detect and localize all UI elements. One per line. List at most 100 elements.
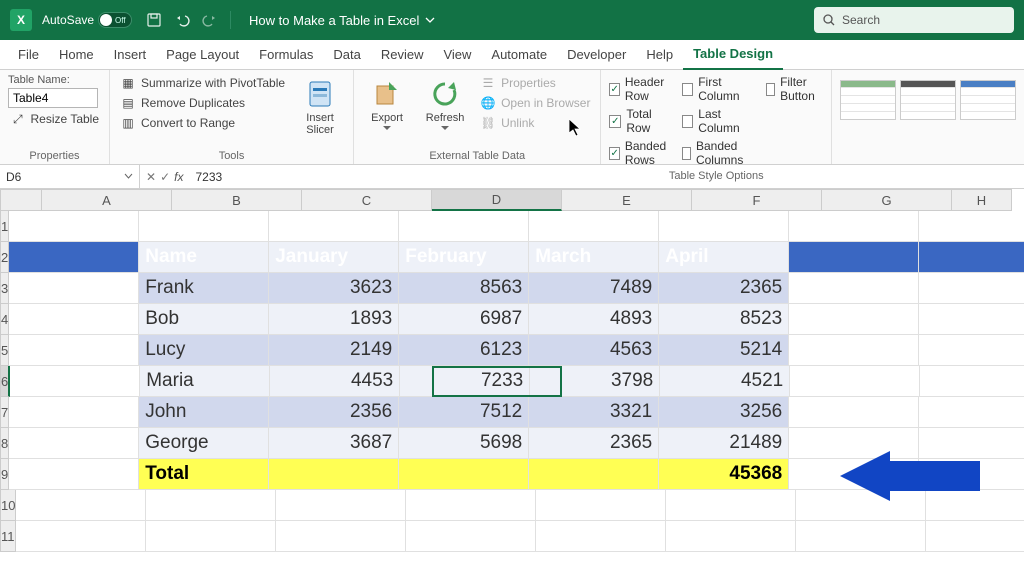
- cell[interactable]: 2356: [269, 397, 399, 428]
- table-styles-gallery[interactable]: [840, 74, 1016, 120]
- cell[interactable]: [789, 242, 919, 273]
- tab-automate[interactable]: Automate: [481, 40, 557, 70]
- total-row-checkbox[interactable]: ✓Total Row: [609, 106, 673, 136]
- cell[interactable]: [10, 366, 140, 397]
- cell[interactable]: 8523: [659, 304, 789, 335]
- cell[interactable]: George: [139, 428, 269, 459]
- cell[interactable]: [399, 459, 529, 490]
- cell[interactable]: 6123: [399, 335, 529, 366]
- cell[interactable]: 7512: [399, 397, 529, 428]
- cell[interactable]: February: [399, 242, 529, 273]
- tab-file[interactable]: File: [8, 40, 49, 70]
- row-header[interactable]: 11: [0, 521, 16, 552]
- cell[interactable]: [529, 211, 659, 242]
- column-header[interactable]: E: [562, 189, 692, 211]
- last-column-checkbox[interactable]: Last Column: [682, 106, 758, 136]
- cell[interactable]: [536, 521, 666, 552]
- column-header[interactable]: G: [822, 189, 952, 211]
- cell[interactable]: [789, 273, 919, 304]
- tab-formulas[interactable]: Formulas: [249, 40, 323, 70]
- first-column-checkbox[interactable]: First Column: [682, 74, 758, 104]
- tab-insert[interactable]: Insert: [104, 40, 157, 70]
- tab-page-layout[interactable]: Page Layout: [156, 40, 249, 70]
- row-header[interactable]: 2: [0, 242, 9, 273]
- autosave-toggle[interactable]: AutoSave Off: [42, 12, 132, 28]
- redo-icon[interactable]: [199, 9, 221, 31]
- cell[interactable]: [269, 459, 399, 490]
- cell[interactable]: [9, 211, 139, 242]
- row-header[interactable]: 3: [0, 273, 9, 304]
- cell[interactable]: Lucy: [139, 335, 269, 366]
- export-button[interactable]: Export: [362, 74, 412, 136]
- cell[interactable]: Bob: [139, 304, 269, 335]
- header-row-checkbox[interactable]: ✓Header Row: [609, 74, 673, 104]
- tab-data[interactable]: Data: [323, 40, 370, 70]
- style-thumb[interactable]: [960, 80, 1016, 120]
- cell[interactable]: March: [529, 242, 659, 273]
- column-header[interactable]: F: [692, 189, 822, 211]
- cell[interactable]: 1893: [269, 304, 399, 335]
- refresh-button[interactable]: Refresh: [420, 74, 470, 136]
- tab-table-design[interactable]: Table Design: [683, 40, 783, 70]
- cell[interactable]: [536, 490, 666, 521]
- cell[interactable]: 8563: [399, 273, 529, 304]
- switch-icon[interactable]: Off: [98, 12, 132, 28]
- cell[interactable]: Name: [139, 242, 269, 273]
- cell[interactable]: [919, 211, 1024, 242]
- cell[interactable]: [529, 459, 659, 490]
- cell[interactable]: [789, 211, 919, 242]
- cell[interactable]: 2365: [659, 273, 789, 304]
- cell[interactable]: [666, 490, 796, 521]
- cell[interactable]: Frank: [139, 273, 269, 304]
- cell[interactable]: [9, 242, 139, 273]
- row-header[interactable]: 8: [0, 428, 9, 459]
- cell[interactable]: [796, 521, 926, 552]
- cell[interactable]: 3623: [269, 273, 399, 304]
- cell[interactable]: [919, 335, 1024, 366]
- cell[interactable]: 5698: [399, 428, 529, 459]
- cell[interactable]: April: [659, 242, 789, 273]
- cell[interactable]: 3256: [659, 397, 789, 428]
- cell[interactable]: [919, 304, 1024, 335]
- tab-help[interactable]: Help: [636, 40, 683, 70]
- cell[interactable]: 4453: [270, 366, 400, 397]
- insert-slicer-button[interactable]: Insert Slicer: [295, 74, 345, 140]
- cell[interactable]: 7489: [529, 273, 659, 304]
- tab-view[interactable]: View: [433, 40, 481, 70]
- tab-review[interactable]: Review: [371, 40, 434, 70]
- cell[interactable]: [406, 521, 536, 552]
- column-header[interactable]: B: [172, 189, 302, 211]
- column-header[interactable]: D: [432, 189, 562, 211]
- cell[interactable]: John: [139, 397, 269, 428]
- select-all-corner[interactable]: [0, 189, 42, 211]
- tab-home[interactable]: Home: [49, 40, 104, 70]
- spreadsheet-grid[interactable]: A B C D E F G H 12NameJanuaryFebruaryMar…: [0, 189, 1024, 552]
- document-title[interactable]: How to Make a Table in Excel: [249, 13, 435, 28]
- cell[interactable]: [919, 397, 1024, 428]
- cell[interactable]: 3798: [530, 366, 660, 397]
- cell[interactable]: [139, 211, 269, 242]
- fx-icon[interactable]: fx: [174, 170, 183, 184]
- row-header[interactable]: 4: [0, 304, 9, 335]
- cell[interactable]: 2149: [269, 335, 399, 366]
- cell[interactable]: 2365: [529, 428, 659, 459]
- cell[interactable]: [276, 521, 406, 552]
- cell[interactable]: 6987: [399, 304, 529, 335]
- cell[interactable]: [146, 490, 276, 521]
- tab-developer[interactable]: Developer: [557, 40, 636, 70]
- banded-columns-checkbox[interactable]: Banded Columns: [682, 138, 758, 168]
- cell[interactable]: [9, 335, 139, 366]
- row-header[interactable]: 1: [0, 211, 9, 242]
- column-header[interactable]: A: [42, 189, 172, 211]
- style-thumb[interactable]: [840, 80, 896, 120]
- cell[interactable]: [9, 273, 139, 304]
- cell[interactable]: [399, 211, 529, 242]
- cell[interactable]: [9, 459, 139, 490]
- cell[interactable]: 21489: [659, 428, 789, 459]
- cell[interactable]: [919, 242, 1024, 273]
- cancel-icon[interactable]: ✕: [146, 170, 156, 184]
- cell[interactable]: [789, 397, 919, 428]
- cell[interactable]: [926, 521, 1024, 552]
- cell[interactable]: 4893: [529, 304, 659, 335]
- cell[interactable]: [789, 335, 919, 366]
